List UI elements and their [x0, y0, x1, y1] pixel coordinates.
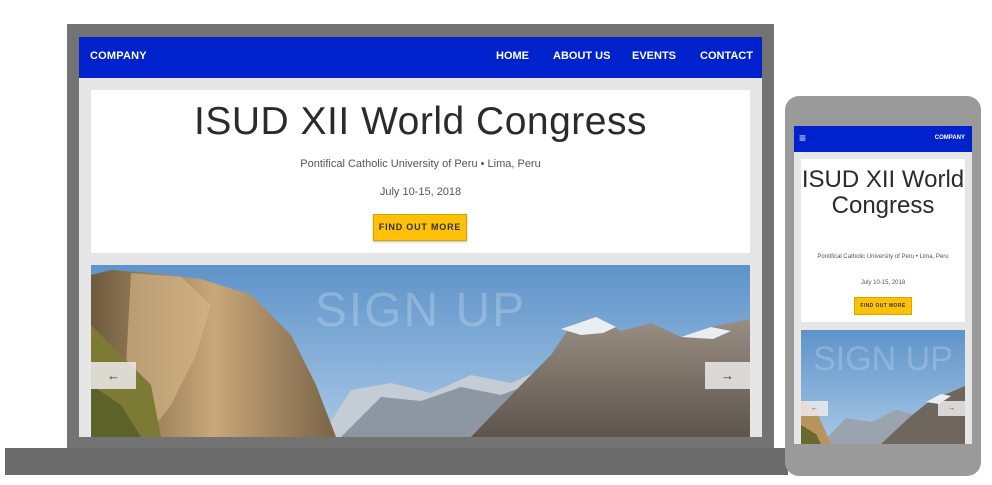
nav-contact[interactable]: CONTACT	[700, 50, 753, 62]
hero-subtitle: Pontifical Catholic University of Peru •…	[300, 158, 541, 170]
phone-carousel-next-button[interactable]: →	[938, 401, 965, 416]
phone-hero-subtitle: Pontifical Catholic University of Peru •…	[817, 254, 949, 260]
phone-find-out-more-button[interactable]: FIND OUT MORE	[854, 297, 912, 315]
find-out-more-button[interactable]: FIND OUT MORE	[373, 214, 467, 241]
phone-navbar: ≡ COMPANY	[794, 126, 972, 152]
laptop-screen: COMPANY HOME ABOUT US EVENTS CONTACT ISU…	[79, 37, 762, 437]
phone-carousel-prev-button[interactable]: ←	[801, 401, 828, 416]
phone-hero-title: ISUD XII World Congress	[801, 166, 965, 219]
carousel-next-button[interactable]: →	[705, 362, 750, 389]
carousel-prev-button[interactable]: ←	[91, 362, 136, 389]
laptop-base	[5, 448, 788, 475]
arrow-left-icon: ←	[107, 368, 120, 383]
hero-date: July 10-15, 2018	[379, 186, 462, 198]
phone-carousel: SIGN UP ← →	[801, 330, 965, 444]
phone-brand-logo[interactable]: COMPANY	[935, 135, 965, 141]
carousel-title: SIGN UP	[314, 284, 527, 337]
nav-home[interactable]: HOME	[496, 50, 529, 62]
brand-logo[interactable]: COMPANY	[90, 50, 147, 62]
hamburger-icon[interactable]: ≡	[799, 132, 806, 144]
phone-carousel-title: SIGN UP	[813, 340, 953, 378]
navbar: COMPANY HOME ABOUT US EVENTS CONTACT	[79, 37, 762, 78]
phone-hero-section: ISUD XII World Congress Pontifical Catho…	[801, 159, 965, 322]
arrow-left-icon: ←	[811, 405, 818, 412]
hero-section: ISUD XII World Congress Pontifical Catho…	[91, 90, 750, 253]
arrow-right-icon: →	[948, 405, 955, 412]
carousel: SIGN UP ← →	[91, 265, 750, 437]
phone-hero-date: July 10-15, 2018	[860, 280, 906, 286]
arrow-right-icon: →	[721, 368, 734, 383]
hero-title: ISUD XII World Congress	[194, 100, 647, 143]
nav-events[interactable]: EVENTS	[632, 50, 676, 62]
phone-screen: ≡ COMPANY ISUD XII World Congress Pontif…	[794, 126, 972, 444]
nav-about-us[interactable]: ABOUT US	[553, 50, 610, 62]
